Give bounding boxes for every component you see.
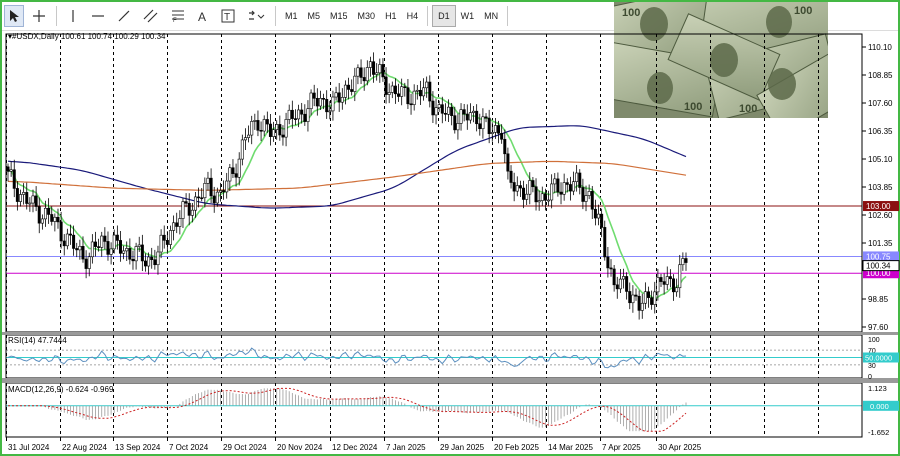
arrows-tool-icon[interactable] bbox=[243, 5, 269, 27]
timeframe-w1[interactable]: W1 bbox=[456, 6, 480, 26]
toolbar-divider bbox=[56, 6, 57, 26]
horizontal-line-tool-icon[interactable] bbox=[87, 5, 109, 27]
dollar-bills-image: 100 100 100 100 bbox=[614, 2, 828, 118]
equidistant-channel-icon[interactable] bbox=[139, 5, 163, 27]
rsi-label: RSI(14) 47.7444 bbox=[8, 336, 67, 345]
svg-text:100: 100 bbox=[794, 5, 812, 17]
toolbar-divider bbox=[275, 6, 276, 26]
timeframe-m30[interactable]: M30 bbox=[353, 6, 381, 26]
trendline-tool-icon[interactable] bbox=[113, 5, 135, 27]
timeframe-d1[interactable]: D1 bbox=[432, 5, 456, 27]
chart-header: ▾#USDX,Daily 100.61 100.74 100.29 100.34 bbox=[8, 32, 166, 41]
toolbar-divider bbox=[507, 6, 509, 26]
svg-text:100: 100 bbox=[684, 101, 702, 113]
svg-text:100: 100 bbox=[622, 7, 640, 19]
vertical-line-tool-icon[interactable] bbox=[63, 5, 83, 27]
timeframe-m15[interactable]: M15 bbox=[325, 6, 353, 26]
cursor-tool-icon[interactable] bbox=[4, 5, 24, 27]
svg-text:F: F bbox=[173, 18, 177, 23]
crosshair-tool-icon[interactable] bbox=[28, 5, 50, 27]
svg-text:A: A bbox=[198, 10, 206, 23]
timeframe-bar: M1 M5 M15 M30 H1 H4 D1 W1 MN bbox=[280, 5, 512, 27]
svg-text:T: T bbox=[224, 12, 230, 23]
timeframe-h1[interactable]: H1 bbox=[380, 6, 402, 26]
toolbar-divider bbox=[427, 6, 429, 26]
macd-label: MACD(12,26,9) -0.624 -0.969 bbox=[8, 385, 114, 394]
text-tool-icon[interactable]: A bbox=[193, 5, 213, 27]
text-label-tool-icon[interactable]: T bbox=[217, 5, 239, 27]
timeframe-mn[interactable]: MN bbox=[479, 6, 503, 26]
timeframe-m1[interactable]: M1 bbox=[280, 6, 303, 26]
fibonacci-tool-icon[interactable]: F bbox=[167, 5, 189, 27]
timeframe-m5[interactable]: M5 bbox=[303, 6, 326, 26]
svg-text:100: 100 bbox=[739, 103, 757, 115]
timeframe-h4[interactable]: H4 bbox=[402, 6, 424, 26]
